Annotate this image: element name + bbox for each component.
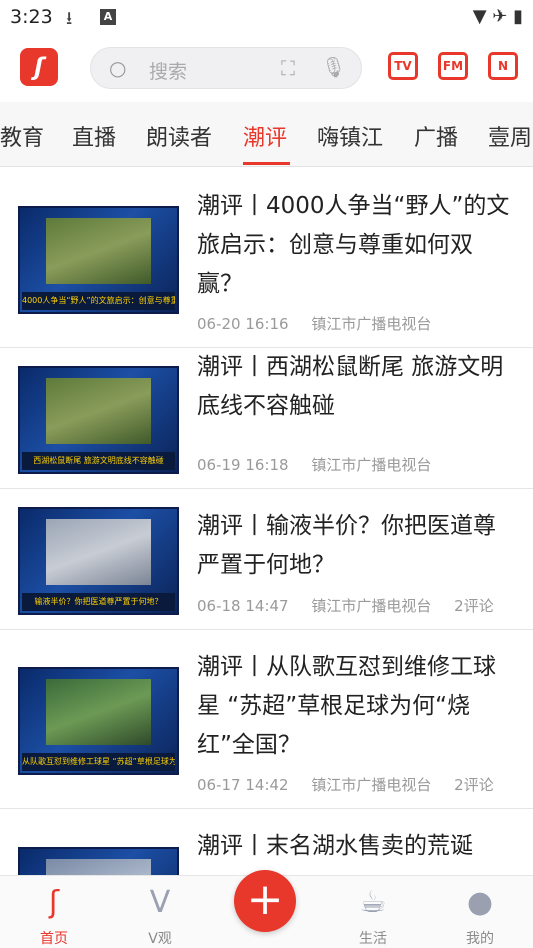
article-comments: 2评论 — [454, 597, 494, 615]
home-icon: ʃ — [48, 885, 60, 920]
bottom-nav: ʃ 首页 V V观 + ☕ 生活 ● 我的 — [0, 870, 533, 948]
tab-reader[interactable]: 朗读者 — [146, 120, 212, 152]
thumbnail-caption: 从队歌互怼到维修工球星 “苏超”草根足球为何“烧红”全国 — [22, 753, 175, 771]
article-date: 06-19 16:18 — [197, 456, 289, 474]
article-source: 镇江市广播电视台 — [311, 597, 432, 615]
nav-life-label: 生活 — [359, 931, 387, 947]
plus-icon: + — [246, 874, 284, 925]
article-meta: 06-17 14:42 镇江市广播电视台 2评论 — [197, 774, 512, 795]
article-title: 潮评丨末名湖水售卖的荒诞 — [197, 833, 473, 859]
coffee-icon: ☕ — [359, 885, 387, 920]
tab-education[interactable]: 教育 — [0, 120, 44, 152]
article-thumbnail: 输液半价？你把医道尊严置于何地？ — [18, 507, 179, 615]
active-tab-indicator — [243, 162, 290, 165]
article-date: 06-18 14:47 — [197, 597, 289, 615]
tab-live[interactable]: 直播 — [72, 120, 116, 152]
nav-home[interactable]: ʃ 首页 — [14, 884, 94, 948]
status-time: 3:23 — [10, 6, 53, 28]
article-thumbnail: 4000人争当“野人”的文旅启示：创意与尊重如何双赢? — [18, 206, 179, 314]
status-right-icons: ▼ ✈ ▮ — [472, 6, 523, 27]
app-logo[interactable]: ʃ — [20, 48, 58, 86]
article-meta: 06-19 16:18 镇江市广播电视台 — [197, 454, 449, 475]
radio-icon[interactable]: FM — [438, 52, 468, 80]
download-icon: ⭳ — [66, 8, 73, 29]
list-item[interactable]: 输液半价？你把医道尊严置于何地？ 潮评丨输液半价？你把医道尊严置于何地？ 06-… — [0, 489, 533, 630]
article-meta: 06-20 16:16 镇江市广播电视台 — [197, 313, 449, 334]
nav-mine[interactable]: ● 我的 — [440, 884, 520, 948]
nav-video[interactable]: V V观 — [120, 884, 200, 948]
user-icon: ● — [466, 885, 494, 920]
thumbnail-caption: 输液半价？你把医道尊严置于何地？ — [22, 593, 175, 611]
article-source: 镇江市广播电视台 — [311, 315, 432, 333]
article-thumbnail — [18, 847, 179, 875]
thumbnail-caption: 西湖松鼠断尾 旅游文明底线不容触碰 — [22, 452, 175, 470]
article-title: 潮评丨4000人争当“野人”的文旅启示：创意与尊重如何双赢？ — [197, 193, 510, 297]
article-thumbnail: 从队歌互怼到维修工球星 “苏超”草根足球为何“烧红”全国 — [18, 667, 179, 775]
channel-tabs: 教育 直播 朗读者 潮评 嗨镇江 广播 壹周 — [0, 102, 533, 167]
search-bar[interactable]: ○ 搜索 ⛶ 🎙 — [90, 47, 362, 89]
tv-icon[interactable]: TV — [388, 52, 418, 80]
tab-broadcast[interactable]: 广播 — [414, 120, 458, 152]
list-item[interactable]: 西湖松鼠断尾 旅游文明底线不容触碰 潮评丨西湖松鼠断尾 旅游文明底线不容触碰 0… — [0, 348, 533, 489]
list-item[interactable]: 4000人争当“野人”的文旅启示：创意与尊重如何双赢? 潮评丨4000人争当“野… — [0, 167, 533, 348]
article-date: 06-17 14:42 — [197, 776, 289, 794]
mic-icon[interactable]: 🎙 — [321, 55, 346, 79]
article-title: 潮评丨输液半价？你把医道尊严置于何地？ — [197, 513, 496, 578]
article-title: 潮评丨从队歌互怼到维修工球星 “苏超”草根足球为何“烧红”全国？ — [197, 654, 496, 758]
nav-life[interactable]: ☕ 生活 — [333, 884, 413, 948]
news-icon[interactable]: N — [488, 52, 518, 80]
video-icon: V — [149, 885, 171, 920]
article-title: 潮评丨西湖松鼠断尾 旅游文明底线不容触碰 — [197, 354, 504, 419]
article-meta: 06-18 14:47 镇江市广播电视台 2评论 — [197, 595, 512, 616]
header: ʃ ○ 搜索 ⛶ 🎙 TV FM N — [0, 34, 533, 102]
tab-weekly[interactable]: 壹周 — [488, 120, 532, 152]
font-notification-icon: A — [100, 9, 116, 25]
article-thumbnail: 西湖松鼠断尾 旅游文明底线不容触碰 — [18, 366, 179, 474]
scan-icon[interactable]: ⛶ — [281, 56, 295, 80]
tab-hi-zhenjiang[interactable]: 嗨镇江 — [317, 120, 383, 152]
nav-mine-label: 我的 — [466, 931, 494, 947]
article-list: 4000人争当“野人”的文旅启示：创意与尊重如何双赢? 潮评丨4000人争当“野… — [0, 167, 533, 875]
status-bar: 3:23 ⭳ A ▼ ✈ ▮ — [0, 0, 533, 34]
tab-chaoping[interactable]: 潮评 — [243, 120, 287, 152]
list-item[interactable]: 从队歌互怼到维修工球星 “苏超”草根足球为何“烧红”全国 潮评丨从队歌互怼到维修… — [0, 630, 533, 809]
article-comments: 2评论 — [454, 776, 494, 794]
list-item[interactable]: 潮评丨末名湖水售卖的荒诞 — [0, 809, 533, 875]
nav-video-label: V观 — [148, 931, 172, 947]
search-placeholder: 搜索 — [149, 61, 188, 83]
publish-button[interactable]: + — [234, 870, 296, 932]
thumbnail-caption: 4000人争当“野人”的文旅启示：创意与尊重如何双赢? — [22, 292, 175, 310]
search-icon: ○ — [109, 56, 127, 80]
article-date: 06-20 16:16 — [197, 315, 289, 333]
article-source: 镇江市广播电视台 — [311, 776, 432, 794]
nav-home-label: 首页 — [40, 931, 68, 947]
article-source: 镇江市广播电视台 — [311, 456, 432, 474]
